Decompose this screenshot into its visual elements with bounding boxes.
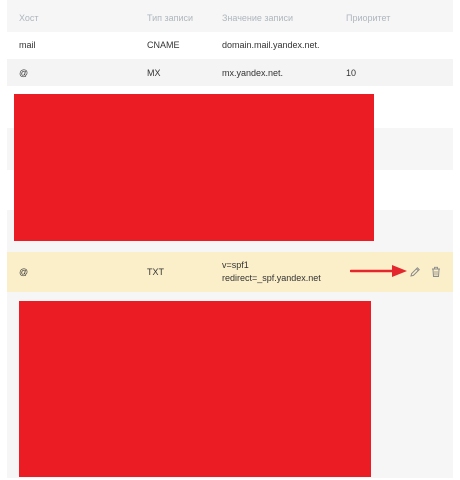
record-value-line1: v=spf1 bbox=[222, 260, 249, 270]
record-priority: 10 bbox=[346, 68, 357, 78]
record-host: @ bbox=[19, 267, 29, 277]
record-value: mx.yandex.net. bbox=[222, 68, 284, 78]
pencil-icon[interactable] bbox=[409, 266, 421, 278]
record-value: domain.mail.yandex.net. bbox=[222, 40, 320, 50]
arrow-right-icon bbox=[350, 265, 407, 277]
record-type: CNAME bbox=[147, 40, 180, 50]
column-header-priority: Приоритет bbox=[346, 13, 391, 23]
record-type: TXT bbox=[147, 267, 164, 277]
record-host: @ bbox=[19, 68, 29, 78]
table-row[interactable]: @ MX mx.yandex.net. 10 bbox=[7, 59, 453, 86]
record-value-line2: redirect=_spf.yandex.net bbox=[222, 273, 321, 283]
redaction-block bbox=[19, 301, 371, 477]
trash-icon[interactable] bbox=[430, 266, 442, 278]
record-host: mail bbox=[19, 40, 36, 50]
redaction-block bbox=[14, 94, 374, 241]
column-header-type: Тип записи bbox=[147, 13, 194, 23]
table-header: Хост Тип записи Значение записи Приорите… bbox=[7, 0, 453, 32]
table-row[interactable]: mail CNAME domain.mail.yandex.net. bbox=[7, 32, 453, 59]
column-header-host: Хост bbox=[19, 13, 39, 23]
column-header-value: Значение записи bbox=[222, 13, 293, 23]
record-type: MX bbox=[147, 68, 161, 78]
